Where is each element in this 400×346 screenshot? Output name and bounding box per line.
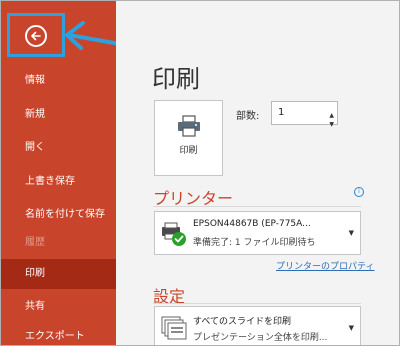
- sidebar-item-export[interactable]: エクスポート: [1, 322, 116, 345]
- back-button-highlight: [7, 13, 65, 57]
- printer-name: EPSON44867B (EP-775A...: [193, 219, 311, 229]
- sidebar-item-save[interactable]: 上書き保存: [1, 167, 116, 197]
- chevron-down-icon: ▼: [348, 229, 354, 237]
- printer-dropdown[interactable]: EPSON44867B (EP-775A... 準備完了: 1 ファイル印刷待ち…: [154, 211, 361, 255]
- sidebar-item-info[interactable]: 情報: [1, 66, 116, 96]
- printer-icon: [178, 115, 200, 137]
- sidebar-item-print[interactable]: 印刷: [1, 259, 116, 289]
- printer-properties-link[interactable]: プリンターのプロパティ: [276, 259, 374, 272]
- divider: [153, 303, 361, 304]
- sidebar-item-open[interactable]: 開く: [1, 133, 116, 163]
- main-panel: 印刷 印刷 部数: 1 ▲ ▼ プリンター i EPSON44867B (EP-…: [116, 1, 399, 345]
- divider: [153, 206, 361, 207]
- print-button-label: 印刷: [179, 146, 198, 156]
- sidebar-item-new[interactable]: 新規: [1, 100, 116, 130]
- chevron-down-icon: ▼: [348, 324, 354, 332]
- slides-icon: [161, 316, 187, 340]
- copies-value: 1: [278, 107, 285, 118]
- printer-status: 準備完了: 1 ファイル印刷待ち: [193, 238, 316, 248]
- back-button[interactable]: [25, 25, 47, 47]
- sidebar-item-history: 履歴: [25, 237, 45, 248]
- print-backstage: 情報 新規 開く 上書き保存 名前を付けて保存 履歴 印刷 共有 エクスポート …: [0, 0, 400, 346]
- sidebar-item-save-as[interactable]: 名前を付けて保存: [1, 200, 116, 230]
- page-title: 印刷: [152, 65, 200, 93]
- copies-label: 部数:: [236, 111, 260, 122]
- sidebar-item-share[interactable]: 共有: [1, 292, 116, 322]
- arrow-left-icon: [31, 31, 41, 41]
- print-button[interactable]: 印刷: [154, 100, 223, 176]
- copies-input[interactable]: 1 ▲ ▼: [271, 101, 338, 128]
- spin-down-icon[interactable]: ▼: [329, 114, 334, 136]
- slides-option-title: すべてのスライドを印刷: [193, 317, 292, 327]
- slides-dropdown[interactable]: すべてのスライドを印刷 プレゼンテーション全体を印刷... ▼: [154, 306, 361, 345]
- info-icon[interactable]: i: [354, 187, 364, 197]
- printer-ready-icon: [162, 222, 186, 246]
- slides-option-subtitle: プレゼンテーション全体を印刷...: [193, 333, 328, 343]
